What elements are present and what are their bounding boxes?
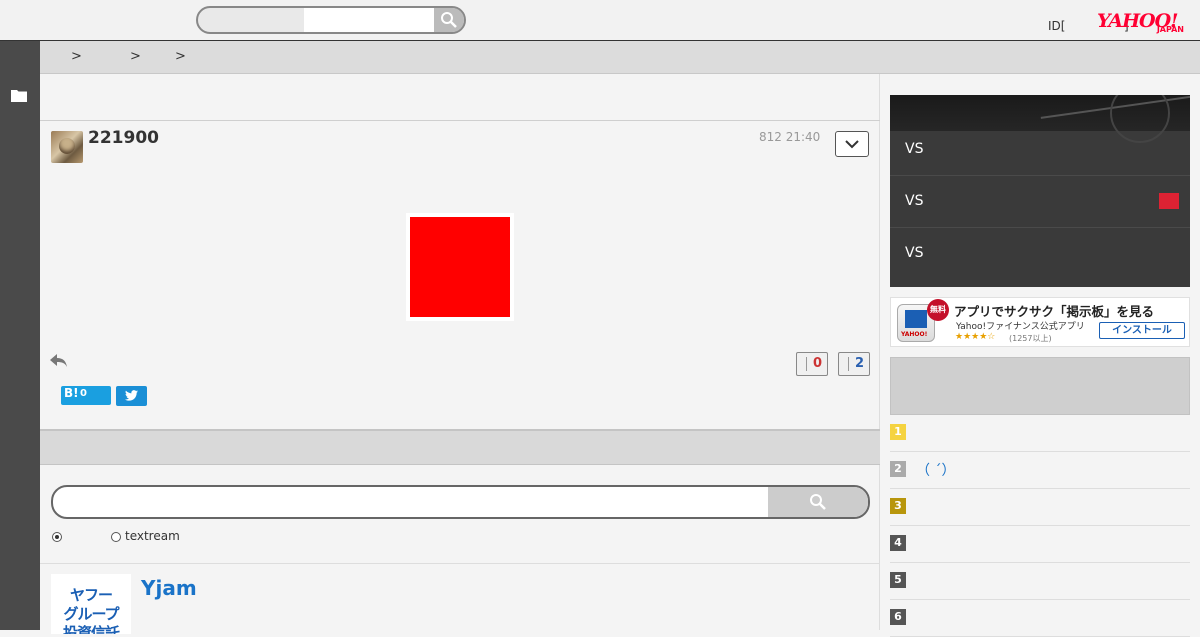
vote-up-button[interactable]: 0 <box>796 352 828 376</box>
rank-number: 2 <box>890 461 906 477</box>
twitter-share-button[interactable] <box>116 386 147 406</box>
ranking-item[interactable]: 1 <box>890 415 1190 452</box>
divider <box>890 175 1190 176</box>
main-content: 221900 812 21:40 0 2 B! 0 textream ヤフー グ… <box>40 74 880 634</box>
search-icon <box>441 12 457 28</box>
rating-stars-icon: ★★★★☆ <box>955 332 996 342</box>
logo-line: 投資信託 <box>62 624 120 634</box>
search-scope-radio-board[interactable] <box>52 532 62 542</box>
chart-icon <box>905 310 927 328</box>
search-scope-radio-textream[interactable] <box>111 532 121 542</box>
install-button[interactable]: インストール <box>1099 322 1185 339</box>
divider <box>40 120 880 121</box>
yjam-promo-title[interactable]: Yjam <box>141 576 197 600</box>
rating-count: (1257以上) <box>1009 334 1052 343</box>
poster-name[interactable]: 221900 <box>88 128 159 148</box>
rank-number: 4 <box>890 535 906 551</box>
top-header: ID[ ] YAHOO! JAPAN <box>0 0 1200 41</box>
breadcrumb: > > > <box>40 41 1200 74</box>
match-vs-label: VS <box>905 193 924 209</box>
logo-japan-text: JAPAN <box>1156 25 1184 34</box>
vote-up-count: 0 <box>812 356 822 371</box>
board-search-box[interactable] <box>51 485 870 519</box>
yahoo-japan-logo[interactable]: YAHOO! JAPAN <box>1097 10 1187 36</box>
rank-number: 3 <box>890 498 906 514</box>
logo-line: グループ <box>63 605 119 623</box>
hatena-icon: B! <box>64 386 79 400</box>
rank-text[interactable]: （ ´） <box>916 460 955 480</box>
thumbs-up-icon <box>806 357 807 371</box>
left-nav <box>0 41 40 630</box>
header-search-box[interactable] <box>196 6 466 34</box>
hatena-bookmark-button[interactable]: B! 0 <box>61 386 111 405</box>
app-install-banner[interactable]: YAHOO! 無料 アプリでサクサク「掲示板」を見る Yahoo!ファイナンス公… <box>890 297 1190 347</box>
post-image[interactable] <box>406 213 514 321</box>
section-band <box>40 429 880 465</box>
baseball-icon <box>1110 95 1170 143</box>
breadcrumb-separator: > <box>71 49 82 64</box>
baseball-scores-widget[interactable]: VS VS VS <box>890 95 1190 287</box>
ranking-item[interactable]: 3 <box>890 489 1190 526</box>
yahoo-id-link[interactable]: ID[ <box>1048 19 1065 33</box>
board-search-button[interactable] <box>768 487 868 517</box>
header-search-button[interactable] <box>434 8 464 32</box>
vote-down-button[interactable]: 2 <box>838 352 870 376</box>
search-scope-label-textream: textream <box>125 529 180 543</box>
chevron-down-icon <box>845 140 859 149</box>
folder-icon[interactable] <box>11 89 27 102</box>
ranking-item[interactable]: 4 <box>890 526 1190 563</box>
rank-number: 6 <box>890 609 906 625</box>
app-banner-subtitle: Yahoo!ファイナンス公式アプリ <box>956 322 1085 332</box>
yjam-promo-logo[interactable]: ヤフー グループ 投資信託 <box>51 574 131 634</box>
match-vs-label: VS <box>905 245 924 261</box>
vote-down-count: 2 <box>854 356 864 371</box>
thumbs-down-icon <box>848 357 849 371</box>
header-search-input[interactable] <box>304 8 434 32</box>
rank-number: 1 <box>890 424 906 440</box>
divider <box>890 227 1190 228</box>
logo-line: ヤフー <box>69 586 113 604</box>
app-icon-label: YAHOO! <box>901 331 928 338</box>
breadcrumb-separator: > <box>175 49 186 64</box>
hatena-count: 0 <box>80 388 87 399</box>
avatar[interactable] <box>51 131 83 163</box>
red-square <box>410 217 510 317</box>
post-date: 812 21:40 <box>759 130 821 144</box>
ranking-item[interactable]: 6 <box>890 600 1190 637</box>
match-vs-label: VS <box>905 141 924 157</box>
reply-icon[interactable] <box>50 354 68 368</box>
right-sidebar: VS VS VS YAHOO! 無料 アプリでサクサク「掲示板」を見る Yaho… <box>880 74 1200 637</box>
search-icon <box>810 494 826 510</box>
divider <box>40 563 880 564</box>
ranking-item[interactable]: 2 （ ´） <box>890 452 1190 489</box>
ranking-item[interactable]: 5 <box>890 563 1190 600</box>
app-banner-title: アプリでサクサク「掲示板」を見る <box>954 304 1155 319</box>
live-status-flag <box>1159 193 1179 209</box>
post-menu-button[interactable] <box>835 131 869 157</box>
ranking-header <box>890 357 1190 415</box>
twitter-icon <box>125 390 138 401</box>
free-badge: 無料 <box>927 299 949 321</box>
rank-number: 5 <box>890 572 906 588</box>
breadcrumb-separator: > <box>130 49 141 64</box>
